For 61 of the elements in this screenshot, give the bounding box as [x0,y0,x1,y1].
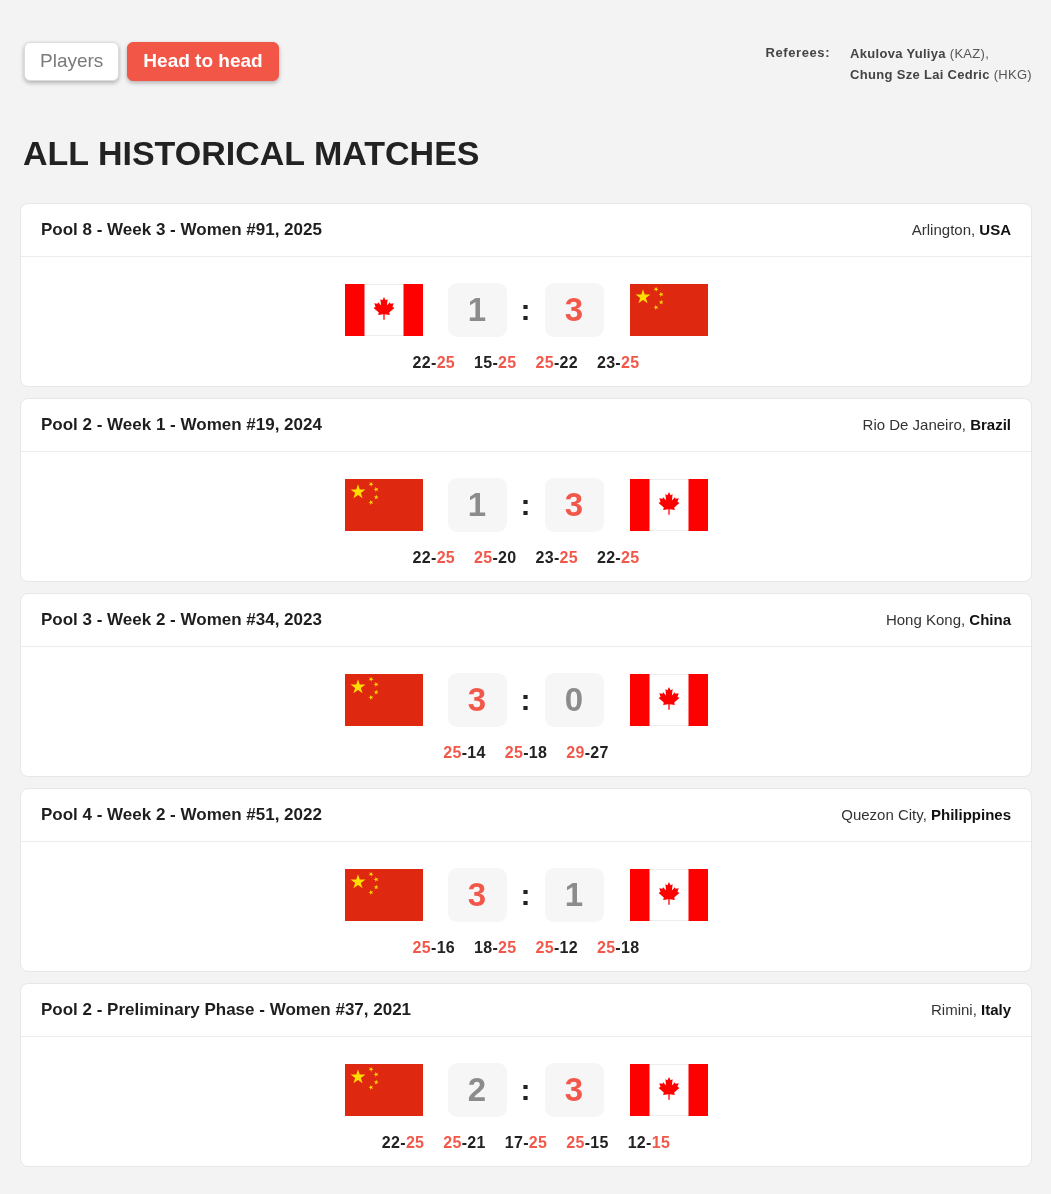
match-title: Pool 8 - Week 3 - Women #91, 2025 [41,219,322,242]
team-score: 3 [544,1062,604,1117]
set-score: 23-25 [535,547,578,568]
team-score: 1 [447,477,507,532]
team-score: 3 [544,477,604,532]
score-separator: : [520,1074,531,1105]
canada-flag-icon [344,283,423,336]
match-location: Hong Kong, China [885,609,1011,630]
team-score: 2 [447,1062,507,1117]
set-score: 29-27 [566,742,609,763]
score-separator: : [520,294,531,325]
match-title: Pool 3 - Week 2 - Women #34, 2023 [41,609,322,632]
set-score: 17-25 [504,1132,548,1153]
set-score: 25-18 [504,742,548,763]
team-score: 1 [544,867,604,922]
team-score: 3 [544,282,604,337]
team-score: 3 [447,867,507,922]
set-score: 25-18 [596,937,640,958]
team-score: 0 [544,672,604,727]
canada-flag-icon [629,478,708,531]
match-title: Pool 2 - Preliminary Phase - Women #37, 2021 [41,999,412,1022]
china-flag-icon [629,283,708,336]
referees-label: Referees: [765,44,831,62]
set-score: 22-25 [412,352,456,373]
set-score: 22-25 [412,547,456,568]
canada-flag-icon [629,1063,708,1116]
score-separator: : [520,489,531,520]
china-flag-icon [344,673,423,726]
page-heading: ALL HISTORICAL MATCHES [23,133,481,174]
score-separator: : [520,684,531,715]
set-score: 25-14 [443,742,486,763]
match-location: Quezon City, Philippines [841,804,1011,825]
match-title: Pool 2 - Week 1 - Women #19, 2024 [41,414,322,437]
set-score: 22-25 [596,547,640,568]
set-score: 15-25 [474,352,517,373]
china-flag-icon [344,478,423,531]
referee-name: Chung Sze Lai Cedric (HKG) [850,66,1032,84]
set-score: 22-25 [381,1132,425,1153]
set-score: 18-25 [474,937,517,958]
tab[interactable]: Head to head [127,42,279,81]
score-separator: : [520,879,531,910]
canada-flag-icon [629,868,708,921]
set-score: 25-15 [566,1132,609,1153]
canada-flag-icon [629,673,708,726]
tab[interactable]: Players [24,42,120,81]
set-score: 25-16 [412,937,456,958]
china-flag-icon [344,1063,423,1116]
match-title: Pool 4 - Week 2 - Women #51, 2022 [41,804,322,827]
set-score: 25-12 [535,937,578,958]
set-score: 12-15 [627,1132,671,1153]
match-location: Rio De Janeiro, Brazil [862,414,1011,435]
team-score: 3 [447,672,507,727]
team-score: 1 [447,282,507,337]
china-flag-icon [344,868,423,921]
referee-name: Akulova Yuliya (KAZ), [850,45,991,63]
set-score: 23-25 [596,352,640,373]
match-location: Arlington, USA [911,219,1011,240]
set-score: 25-20 [474,547,517,568]
set-score: 25-21 [443,1132,486,1153]
match-location: Rimini, Italy [930,999,1011,1020]
set-score: 25-22 [535,352,578,373]
